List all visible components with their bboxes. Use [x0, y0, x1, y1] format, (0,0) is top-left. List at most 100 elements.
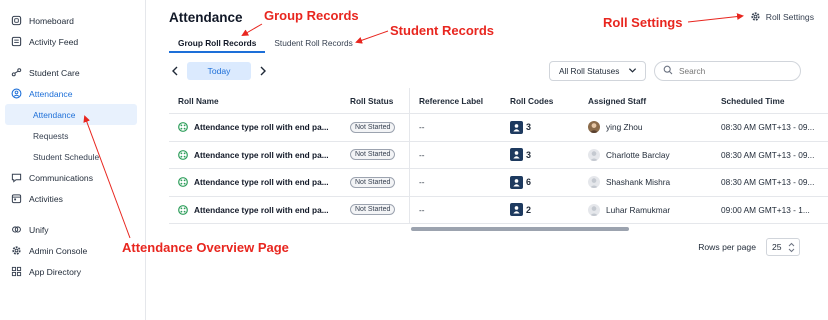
roll-codes-count: 6 [526, 177, 532, 188]
roll-status-cell: Not Started [341, 114, 410, 141]
avatar [588, 203, 600, 216]
roll-name-cell[interactable]: Attendance type roll with end pa... [169, 114, 341, 141]
roll-status-cell: Not Started [341, 196, 410, 223]
today-button[interactable]: Today [187, 62, 251, 80]
assigned-staff-cell: Shashank Mishra [579, 169, 712, 196]
main-content: Attendance Roll Settings Group Roll Reco… [147, 0, 828, 320]
column-header[interactable]: Scheduled Time [712, 88, 828, 113]
rows-per-page-label: Rows per page [698, 242, 756, 252]
roll-codes-icon [510, 203, 523, 217]
sidebar: Homeboard Activity Feed Student Care Att… [0, 0, 146, 320]
toolbar: Today All Roll Statuses [169, 60, 814, 82]
status-badge: Not Started [350, 121, 396, 133]
avatar [588, 121, 600, 134]
status-badge: Not Started [350, 176, 396, 188]
roll-name-cell[interactable]: Attendance type roll with end pa... [169, 142, 341, 169]
roll-settings-button[interactable]: Roll Settings [750, 11, 814, 22]
chevron-left-icon[interactable] [167, 63, 183, 79]
rows-per-page-select[interactable]: 25 [766, 238, 800, 256]
staff-name: Charlotte Barclay [606, 149, 670, 160]
roll-name: Attendance type roll with end pa... [194, 177, 329, 188]
sidebar-subitem-student-schedule[interactable]: Student Schedule [0, 146, 145, 167]
feed-icon [10, 35, 23, 48]
sidebar-item-activity-feed[interactable]: Activity Feed [0, 31, 145, 52]
sidebar-item-label: Communications [29, 172, 93, 183]
up-down-chevron-icon [788, 242, 795, 255]
sidebar-item-label: Requests [33, 130, 69, 141]
roll-type-icon [178, 149, 188, 160]
roll-codes-count: 3 [526, 149, 532, 160]
roll-codes-cell: 3 [501, 114, 579, 141]
activities-icon [10, 192, 23, 205]
rows-per-page: Rows per page 25 [698, 238, 800, 256]
sidebar-subitem-requests[interactable]: Requests [0, 125, 145, 146]
roll-codes-count: 3 [526, 122, 532, 133]
table-row[interactable]: Attendance type roll with end pa... Not … [169, 196, 828, 224]
chat-icon [10, 171, 23, 184]
sidebar-item-homeboard[interactable]: Homeboard [0, 10, 145, 31]
chevron-right-icon[interactable] [255, 63, 271, 79]
column-header[interactable]: Roll Status [341, 88, 410, 113]
staff-name: ying Zhou [606, 122, 643, 133]
horizontal-scrollbar[interactable] [411, 227, 629, 231]
annotation-attendance-overview: Attendance Overview Page [122, 240, 289, 255]
assigned-staff-cell: ying Zhou [579, 114, 712, 141]
home-icon [10, 14, 23, 27]
sidebar-item-label: Student Care [29, 67, 80, 78]
sidebar-subitem-attendance[interactable]: Attendance [5, 104, 137, 125]
gear-icon [10, 244, 23, 257]
reference-label-cell: -- [419, 204, 425, 215]
reference-label-cell: -- [419, 122, 425, 133]
grid-icon [10, 265, 23, 278]
sidebar-item-app-directory[interactable]: App Directory [0, 261, 145, 282]
scheduled-time-cell: 08:30 AM GMT+13 - 09... [721, 122, 815, 133]
sidebar-item-communications[interactable]: Communications [0, 167, 145, 188]
annotation-student-records: Student Records [390, 23, 495, 38]
roll-status-filter-value: All Roll Statuses [559, 66, 620, 76]
search-input[interactable] [679, 66, 789, 76]
scheduled-time-cell: 08:30 AM GMT+13 - 09... [721, 177, 815, 188]
chevron-down-icon [628, 66, 637, 77]
avatar [588, 176, 600, 189]
column-header[interactable]: Roll Name [169, 88, 341, 113]
table-row[interactable]: Attendance type roll with end pa... Not … [169, 169, 828, 197]
scheduled-time-cell: 08:30 AM GMT+13 - 09... [721, 149, 815, 160]
unify-icon [10, 223, 23, 236]
sidebar-item-label: Student Schedule [33, 151, 100, 162]
roll-codes-count: 2 [526, 204, 532, 215]
staff-name: Luhar Ramukmar [606, 204, 671, 215]
assigned-staff-cell: Luhar Ramukmar [579, 197, 712, 224]
table-header-row: Roll Name Roll Status Reference Label Ro… [169, 88, 828, 114]
assigned-staff-cell: Charlotte Barclay [579, 142, 712, 169]
column-header[interactable]: Reference Label [410, 88, 501, 113]
reference-label-cell: -- [419, 149, 425, 160]
table-row[interactable]: Attendance type roll with end pa... Not … [169, 114, 828, 142]
scheduled-time-cell: 09:00 AM GMT+13 - 1... [721, 204, 810, 215]
roll-name: Attendance type roll with end pa... [194, 204, 329, 215]
roll-status-cell: Not Started [341, 169, 410, 196]
reference-label-cell: -- [419, 177, 425, 188]
roll-type-icon [178, 204, 188, 215]
table-row[interactable]: Attendance type roll with end pa... Not … [169, 141, 828, 169]
roll-status-filter[interactable]: All Roll Statuses [549, 61, 646, 81]
tab-group-roll-records[interactable]: Group Roll Records [169, 33, 266, 53]
sidebar-item-attendance[interactable]: Attendance [0, 83, 145, 104]
gear-icon [750, 11, 761, 22]
roll-name-cell[interactable]: Attendance type roll with end pa... [169, 197, 341, 224]
column-header[interactable]: Roll Codes [501, 88, 579, 113]
rows-per-page-value: 25 [772, 242, 782, 252]
tab-student-roll-records[interactable]: Student Roll Records [265, 33, 361, 53]
roll-codes-icon [510, 175, 523, 189]
roll-table: Roll Name Roll Status Reference Label Ro… [169, 88, 828, 224]
status-badge: Not Started [350, 204, 396, 216]
column-header[interactable]: Assigned Staff [579, 88, 712, 113]
roll-name-cell[interactable]: Attendance type roll with end pa... [169, 169, 341, 196]
sidebar-item-student-care[interactable]: Student Care [0, 62, 145, 83]
roll-codes-icon [510, 148, 523, 162]
care-icon [10, 66, 23, 79]
roll-type-icon [178, 122, 188, 133]
roll-name: Attendance type roll with end pa... [194, 122, 329, 133]
sidebar-item-unify[interactable]: Unify [0, 219, 145, 240]
sidebar-item-activities[interactable]: Activities [0, 188, 145, 209]
sidebar-item-label: Admin Console [29, 245, 88, 256]
